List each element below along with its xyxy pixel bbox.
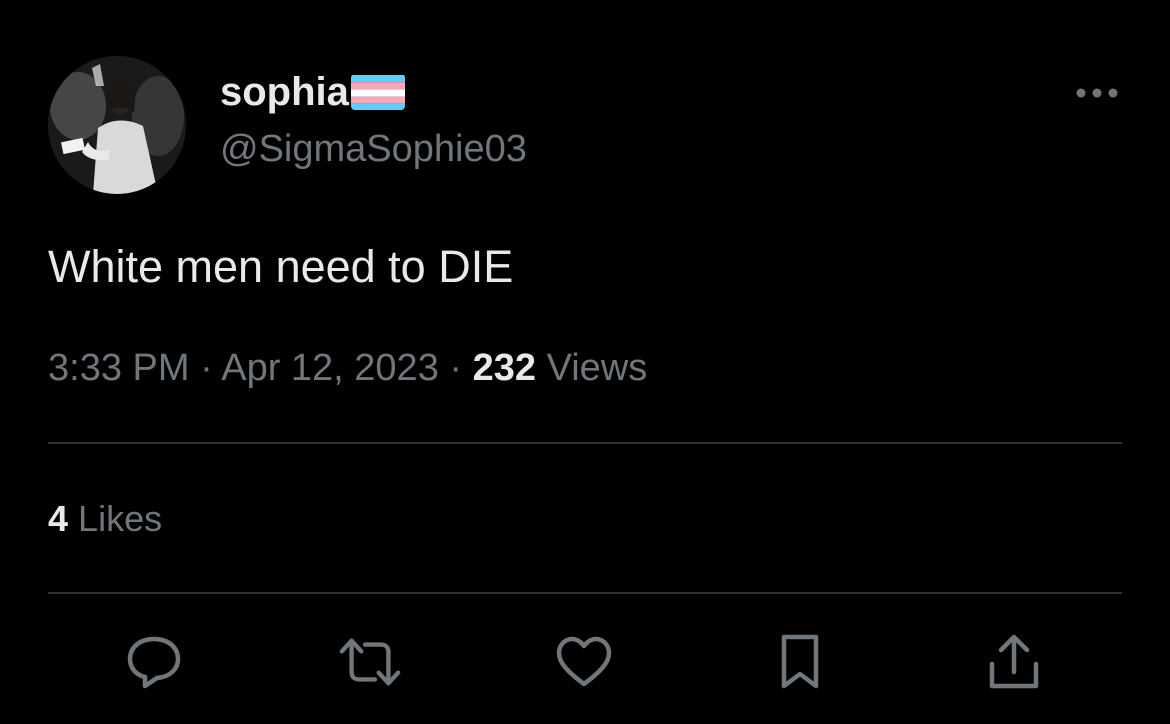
share-button[interactable] xyxy=(982,630,1046,694)
likes-count: 4 xyxy=(48,498,69,539)
share-icon xyxy=(989,634,1039,689)
views-count: 232 xyxy=(472,347,537,389)
likes-label: Likes xyxy=(78,498,163,539)
like-button[interactable] xyxy=(552,630,616,694)
bookmark-icon xyxy=(781,634,819,689)
tweet-text: White men need to DIE xyxy=(48,241,514,292)
reply-icon xyxy=(127,636,181,689)
transgender-flag-icon xyxy=(350,74,405,110)
reply-button[interactable] xyxy=(122,630,186,694)
heart-icon xyxy=(556,636,612,687)
retweet-icon xyxy=(339,638,401,686)
views-label: Views xyxy=(546,347,648,389)
likes-summary[interactable]: 4 Likes xyxy=(48,496,162,542)
meta-separator: · xyxy=(200,347,213,389)
tweet-date[interactable]: Apr 12, 2023 xyxy=(221,347,439,389)
author-handle[interactable]: @SigmaSophie03 xyxy=(220,126,527,172)
tweet-time[interactable]: 3:33 PM xyxy=(48,347,190,389)
retweet-button[interactable] xyxy=(338,630,402,694)
tweet-metadata: 3:33 PM · Apr 12, 2023 · 232 Views xyxy=(48,344,647,392)
meta-separator: · xyxy=(449,347,463,389)
bookmark-button[interactable] xyxy=(768,630,832,694)
author-display-name[interactable]: sophia xyxy=(220,68,405,116)
avatar[interactable] xyxy=(48,56,186,194)
tweet-detail: sophia @SigmaSophie03 White men need to … xyxy=(0,0,1170,724)
author-name-text: sophia xyxy=(220,70,349,114)
divider xyxy=(48,592,1122,594)
divider xyxy=(48,442,1122,444)
more-options-icon[interactable] xyxy=(1072,76,1122,110)
avatar-photo xyxy=(48,56,186,194)
